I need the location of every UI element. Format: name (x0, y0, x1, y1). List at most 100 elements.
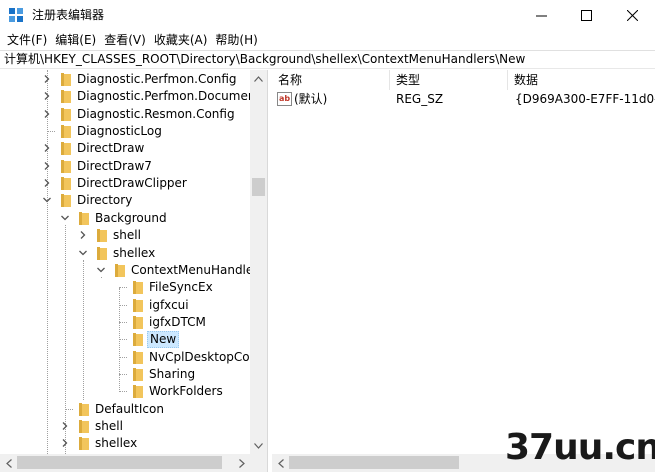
folder-icon (61, 90, 71, 104)
tree-collapsed-chevron-icon[interactable] (60, 421, 70, 431)
tree-item[interactable]: DirectDraw (0, 140, 250, 157)
tree-guide-line (119, 304, 127, 306)
value-list-header: 名称 类型 数据 (272, 70, 655, 90)
maximize-icon (580, 9, 592, 21)
menu-help[interactable]: 帮助(H) (212, 31, 260, 49)
chevron-left-icon (277, 458, 284, 468)
tree-item[interactable]: Sharing (0, 366, 250, 383)
tree-guide-line (47, 131, 55, 133)
scroll-right-arrow[interactable] (233, 454, 250, 472)
tree-guide-line (119, 391, 127, 393)
value-type: REG_SZ (396, 92, 444, 106)
tree-item[interactable]: shellex (0, 245, 250, 262)
tree-item-label: shellex (113, 245, 156, 260)
tree-item[interactable]: Background (0, 210, 250, 227)
tree-item-label: shellex (95, 436, 138, 451)
menu-file[interactable]: 文件(F) (4, 31, 50, 49)
menu-favorites[interactable]: 收藏夹(A) (151, 31, 211, 49)
tree-item[interactable]: igfxDTCM (0, 314, 250, 331)
tree-collapsed-chevron-icon[interactable] (42, 143, 52, 153)
column-header-data[interactable]: 数据 (508, 70, 655, 90)
tree-item[interactable]: igfxcui (0, 297, 250, 314)
close-button[interactable] (609, 0, 655, 30)
folder-icon (79, 420, 89, 433)
folder-icon (61, 107, 71, 121)
tree-item[interactable]: Diagnostic.Perfmon.Config (0, 71, 250, 88)
tree-item[interactable]: Diagnostic.Resmon.Config (0, 106, 250, 123)
tree-collapsed-chevron-icon[interactable] (42, 178, 52, 188)
folder-icon (115, 263, 125, 277)
close-icon (626, 9, 638, 21)
tree-collapsed-chevron-icon[interactable] (78, 230, 88, 240)
scroll-down-arrow[interactable] (250, 437, 267, 454)
tree-item-label: Directory (77, 193, 133, 208)
tree-item[interactable]: New (0, 331, 250, 349)
folder-icon (61, 142, 71, 156)
tree-item-label: NvCplDesktopContext (149, 349, 250, 364)
tree-item[interactable]: NvCplDesktopContext (0, 349, 250, 366)
tree-item[interactable]: Directory (0, 192, 250, 209)
tree-item[interactable]: DefaultIcon (0, 401, 250, 418)
tree-item[interactable]: DiagnosticLog (0, 123, 250, 140)
minimize-icon (535, 15, 547, 16)
tree-collapsed-chevron-icon[interactable] (42, 109, 52, 119)
folder-icon (133, 333, 143, 347)
maximize-button[interactable] (563, 0, 609, 30)
tree-item[interactable]: Diagnostic.Perfmon.Document (0, 88, 250, 105)
tree-item-label: DefaultIcon (95, 401, 164, 416)
chevron-right-icon (238, 458, 245, 468)
column-header-type[interactable]: 类型 (390, 70, 508, 90)
tree-hscroll-thumb[interactable] (17, 456, 222, 469)
folder-icon (97, 246, 107, 260)
tree-expanded-chevron-icon[interactable] (78, 248, 88, 258)
tree-guide-line (119, 339, 127, 341)
tree-collapsed-chevron-icon[interactable] (42, 91, 52, 101)
tree-vscroll-thumb[interactable] (252, 178, 265, 196)
folder-icon (133, 385, 143, 399)
tree-collapsed-chevron-icon[interactable] (60, 438, 70, 448)
tree-item-label: DiagnosticLog (77, 124, 162, 139)
scroll-left-arrow[interactable] (272, 454, 289, 472)
tree-expanded-chevron-icon[interactable] (60, 213, 70, 223)
minimize-button[interactable] (518, 0, 564, 30)
value-row[interactable]: ab (默认) REG_SZ {D969A300-E7FF-11d0-A93B-… (272, 90, 655, 108)
tree-item[interactable]: shell (0, 227, 250, 244)
key-tree: Diagnostic.Perfmon.Config Diagnostic.Perf… (0, 70, 250, 454)
tree-vertical-scrollbar[interactable] (250, 70, 267, 454)
window-title: 注册表编辑器 (32, 8, 105, 22)
folder-icon (61, 73, 71, 86)
tree-collapsed-chevron-icon[interactable] (42, 74, 52, 84)
list-hscroll-thumb[interactable] (289, 456, 459, 469)
tree-item[interactable]: shell (0, 418, 250, 435)
tree-item-label: Diagnostic.Resmon.Config (77, 106, 235, 121)
tree-expanded-chevron-icon[interactable] (42, 195, 52, 205)
folder-icon (79, 437, 89, 451)
address-bar[interactable]: 计算机\HKEY_CLASSES_ROOT\Directory\Backgrou… (0, 50, 655, 69)
folder-icon (79, 211, 89, 225)
tree-item[interactable]: shellex (0, 435, 250, 452)
folder-icon (133, 367, 143, 381)
menu-view[interactable]: 查看(V) (101, 31, 149, 49)
tree-item[interactable]: FileSyncEx (0, 279, 250, 296)
tree-item[interactable]: DirectDraw7 (0, 158, 250, 175)
tree-item[interactable]: WorkFolders (0, 383, 250, 400)
tree-item-label: DirectDraw (77, 141, 145, 156)
tree-item-label: Diagnostic.Perfmon.Config (77, 72, 237, 86)
tree-item[interactable]: ContextMenuHandlers (0, 262, 250, 279)
column-header-name[interactable]: 名称 (272, 70, 390, 90)
menu-edit[interactable]: 编辑(E) (52, 31, 99, 49)
watermark-logo: 37uu.cn (505, 427, 655, 468)
scroll-left-arrow[interactable] (0, 454, 17, 472)
tree-horizontal-scrollbar[interactable] (0, 454, 267, 472)
folder-icon (79, 402, 89, 416)
tree-item[interactable]: DirectDrawClipper (0, 175, 250, 192)
tree-guide-line (119, 321, 127, 323)
tree-item-label: shell (95, 419, 123, 433)
tree-expanded-chevron-icon[interactable] (96, 265, 106, 275)
scroll-up-arrow[interactable] (250, 70, 267, 87)
tree-item-label: DirectDrawClipper (77, 176, 187, 191)
tree-collapsed-chevron-icon[interactable] (42, 161, 52, 171)
title-bar: 注册表编辑器 (0, 0, 655, 30)
folder-icon (133, 281, 143, 295)
tree-item-label: FileSyncEx (149, 280, 213, 295)
